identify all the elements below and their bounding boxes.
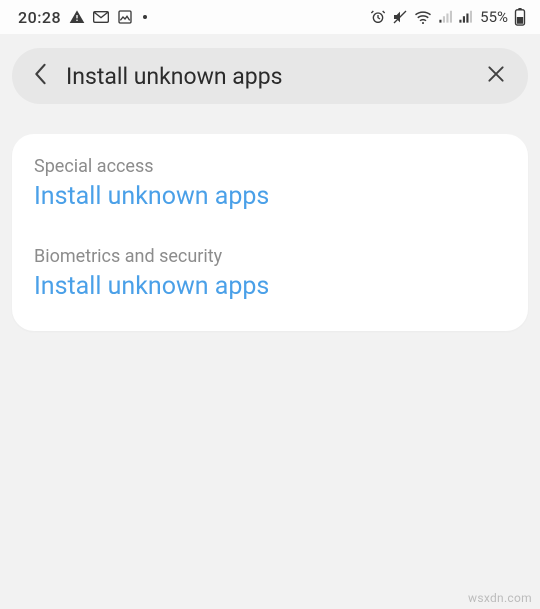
result-path: Special access bbox=[34, 156, 506, 177]
watermark: wsxdn.com bbox=[468, 591, 532, 605]
more-notifications-icon bbox=[143, 15, 147, 19]
status-left: 20:28 bbox=[18, 8, 147, 27]
gmail-icon bbox=[93, 11, 109, 23]
status-right: 55% bbox=[370, 8, 526, 26]
clear-search-button[interactable] bbox=[482, 64, 510, 88]
signal-2-icon bbox=[458, 10, 472, 24]
search-bar bbox=[12, 48, 528, 104]
signal-1-icon bbox=[438, 10, 452, 24]
search-input[interactable] bbox=[66, 63, 482, 90]
close-icon bbox=[486, 64, 506, 88]
alarm-icon bbox=[370, 9, 386, 25]
back-icon bbox=[31, 63, 49, 89]
warning-icon bbox=[69, 9, 85, 25]
mute-icon bbox=[392, 9, 408, 25]
battery-percentage: 55% bbox=[480, 8, 508, 26]
search-result[interactable]: Biometrics and security Install unknown … bbox=[34, 246, 506, 302]
search-results-card: Special access Install unknown apps Biom… bbox=[12, 134, 528, 331]
status-time: 20:28 bbox=[18, 8, 61, 27]
back-button[interactable] bbox=[26, 63, 54, 89]
result-title: Install unknown apps bbox=[34, 271, 506, 302]
wifi-icon bbox=[414, 10, 432, 24]
status-bar: 20:28 55% bbox=[0, 0, 540, 34]
image-icon bbox=[117, 9, 133, 25]
result-title: Install unknown apps bbox=[34, 181, 506, 212]
battery-icon bbox=[514, 8, 526, 26]
result-path: Biometrics and security bbox=[34, 246, 506, 267]
search-result[interactable]: Special access Install unknown apps bbox=[34, 156, 506, 212]
